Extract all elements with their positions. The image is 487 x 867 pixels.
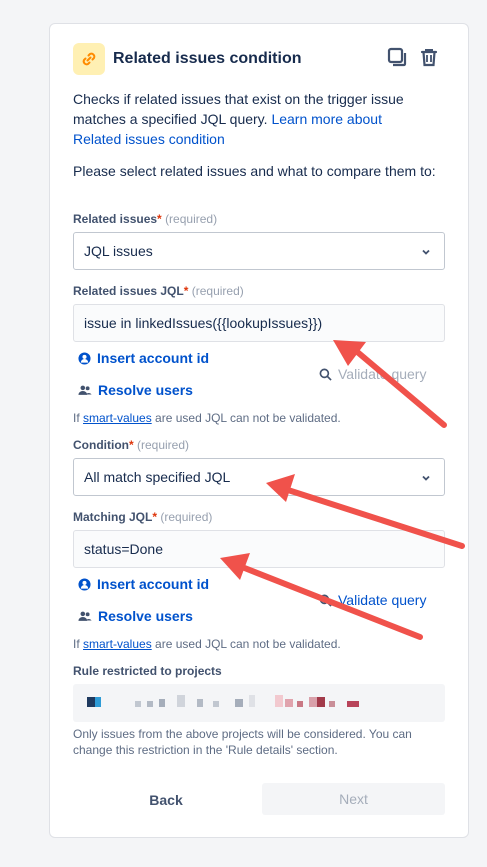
search-icon <box>319 368 332 381</box>
related-jql-label: Related issues JQL* (required) <box>73 284 244 298</box>
next-button[interactable]: Next <box>262 783 445 815</box>
condition-value: All match specified JQL <box>84 469 231 485</box>
people-icon <box>78 385 92 395</box>
component-title: Related issues condition <box>113 50 302 67</box>
smart-values-note: If smart-values are used JQL can not be … <box>73 411 341 425</box>
insert-account-id-button[interactable]: Insert account id <box>78 350 209 366</box>
rule-component-card: Related issues condition Checks if relat… <box>49 23 469 838</box>
related-issues-select[interactable]: JQL issues <box>73 232 445 270</box>
user-circle-icon <box>78 577 91 591</box>
projects-help-text: Only issues from the above projects will… <box>73 727 412 757</box>
related-issues-label: Related issues* (required) <box>73 212 218 226</box>
matching-jql-value: status=Done <box>84 541 163 557</box>
smart-values-link[interactable]: smart-values <box>83 637 152 651</box>
resolve-users-button[interactable]: Resolve users <box>78 608 193 624</box>
people-icon <box>78 611 92 621</box>
instruction-text: Please select related issues and what to… <box>73 163 436 179</box>
user-circle-icon <box>78 351 91 365</box>
projects-label: Rule restricted to projects <box>73 664 222 678</box>
validate-query-button-disabled[interactable]: Validate query <box>319 366 426 382</box>
copy-icon[interactable] <box>384 44 410 70</box>
matching-jql-input[interactable]: status=Done <box>73 530 445 568</box>
chevron-down-icon <box>420 245 432 261</box>
smart-values-note: If smart-values are used JQL can not be … <box>73 637 341 651</box>
resolve-users-button[interactable]: Resolve users <box>78 382 193 398</box>
related-issues-value: JQL issues <box>84 243 153 259</box>
chevron-down-icon <box>420 471 432 487</box>
condition-label: Condition* (required) <box>73 438 190 452</box>
validate-query-button[interactable]: Validate query <box>319 592 426 608</box>
insert-account-id-button[interactable]: Insert account id <box>78 576 209 592</box>
related-jql-input[interactable]: issue in linkedIssues({{lookupIssues}}) <box>73 304 445 342</box>
description: Checks if related issues that exist on t… <box>73 89 413 149</box>
projects-list-redacted <box>73 684 445 722</box>
related-jql-value: issue in linkedIssues({{lookupIssues}}) <box>84 315 323 331</box>
matching-jql-label: Matching JQL* (required) <box>73 510 213 524</box>
link-icon <box>73 43 105 75</box>
smart-values-link[interactable]: smart-values <box>83 411 152 425</box>
back-button[interactable]: Back <box>121 784 211 816</box>
condition-select[interactable]: All match specified JQL <box>73 458 445 496</box>
trash-icon[interactable] <box>416 44 442 70</box>
search-icon <box>319 594 332 607</box>
